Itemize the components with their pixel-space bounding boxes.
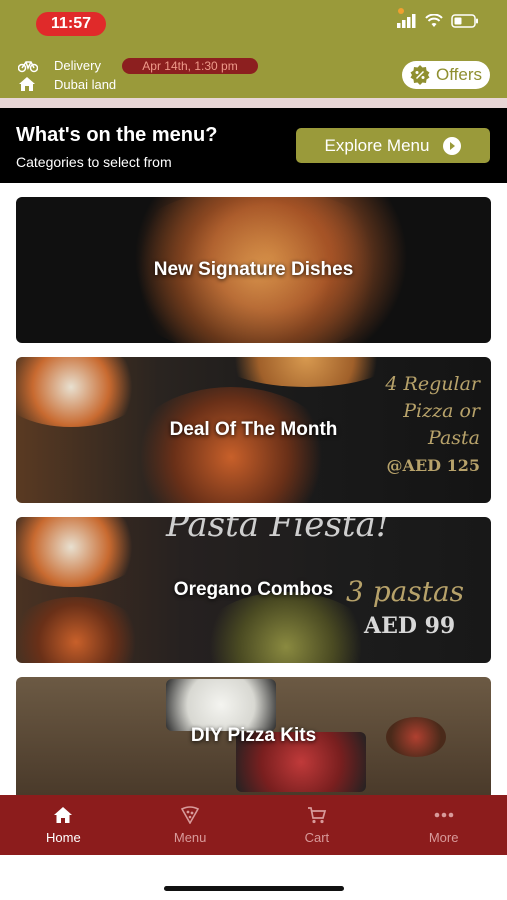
header-divider (0, 98, 507, 108)
category-card-oregano-combos[interactable]: Pasta Fiesta! 3 pastas AED 99 Oregano Co… (16, 517, 491, 663)
pasta-plate-image (16, 517, 146, 587)
menu-section-subtitle: Categories to select from (16, 154, 172, 170)
cheese-tray-image (166, 679, 276, 731)
sauce-cup-image (386, 717, 446, 757)
category-card-deal-of-month[interactable]: 4 Regular Pizza or Pasta @AED 125 Deal O… (16, 357, 491, 503)
menu-section-title: What's on the menu? (16, 124, 218, 146)
tab-label: Cart (304, 829, 330, 845)
status-bar: 11:57 (0, 0, 507, 46)
promo-line: 4 Regular (385, 373, 480, 395)
tab-label: More (428, 829, 459, 845)
promo-price: @AED 125 (386, 456, 480, 475)
category-label: Deal Of The Month (169, 419, 338, 440)
bicycle-icon (18, 60, 38, 72)
category-label: New Signature Dishes (153, 259, 354, 280)
tab-more[interactable]: More (380, 795, 507, 855)
home-indicator-area (0, 855, 507, 900)
spaghetti-bowl-image (126, 387, 336, 503)
delivery-label: Delivery (54, 58, 101, 73)
explore-menu-button[interactable]: Explore Menu (296, 128, 490, 163)
menu-section-banner: What's on the menu? Categories to select… (0, 108, 507, 183)
promo-price: AED 99 (364, 613, 456, 639)
category-label: Oregano Combos (173, 579, 334, 600)
location-row[interactable]: Dubai land (18, 76, 116, 92)
cart-icon (307, 806, 327, 823)
deal-promo-text: 4 Regular Pizza or Pasta @AED 125 (368, 371, 480, 479)
pizza-slice-icon (181, 805, 200, 824)
more-dots-icon (434, 812, 453, 817)
signal-icon (397, 14, 416, 28)
tab-label: Menu (173, 829, 207, 845)
category-card-diy-pizza-kits[interactable]: DIY Pizza Kits (16, 677, 491, 795)
explore-menu-label: Explore Menu (324, 135, 430, 155)
tab-cart[interactable]: Cart (254, 795, 381, 855)
status-time: 11:57 (36, 12, 106, 36)
location-label: Dubai land (54, 76, 117, 92)
tab-label: Home (46, 829, 81, 845)
tab-menu[interactable]: Menu (127, 795, 254, 855)
header-bar: Delivery Dubai land Apr 14th, 1:30 pm Of… (0, 46, 507, 98)
bottom-tab-bar: Home Menu Cart More (0, 795, 507, 855)
pasta-plate-image (16, 357, 146, 427)
delivery-row[interactable]: Delivery (18, 58, 101, 73)
tab-home[interactable]: Home (0, 795, 127, 855)
promo-line: 3 pastas (346, 575, 465, 608)
offers-button[interactable]: Offers (402, 61, 490, 89)
system-icons (397, 14, 479, 28)
arrow-circle-icon (443, 136, 462, 155)
pasta-fiesta-text: Pasta Fiesta! (166, 517, 390, 545)
category-label: DIY Pizza Kits (190, 725, 317, 746)
home-indicator[interactable] (164, 886, 344, 891)
spaghetti-bowl-image (16, 597, 146, 663)
category-card-signature-dishes[interactable]: New Signature Dishes (16, 197, 491, 343)
discount-badge-icon (410, 65, 430, 85)
home-icon (54, 806, 73, 823)
wifi-icon (425, 14, 443, 27)
schedule-date-badge[interactable]: Apr 14th, 1:30 pm (122, 58, 258, 74)
promo-line: Pasta (428, 427, 480, 449)
home-icon (19, 77, 35, 91)
battery-icon (451, 14, 478, 28)
promo-line: Pizza or (403, 400, 480, 422)
offers-label: Offers (436, 65, 482, 84)
